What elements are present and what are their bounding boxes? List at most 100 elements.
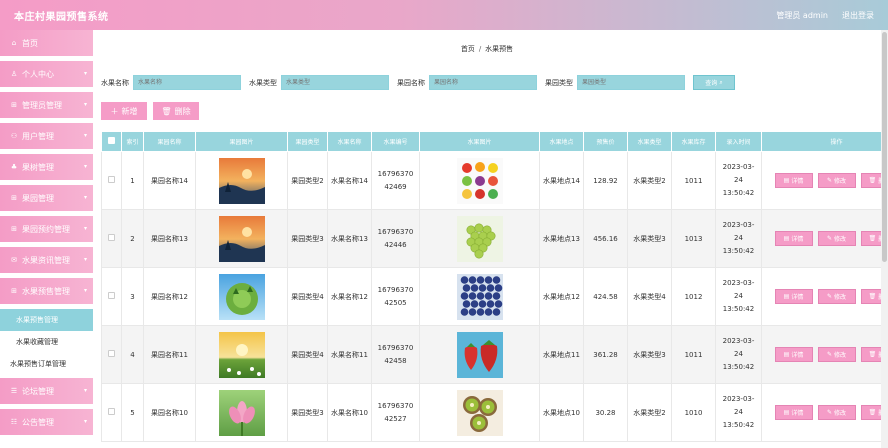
sidebar-item-label: 水果预售管理 — [22, 286, 70, 296]
cell-fruit-image — [419, 209, 540, 268]
edit-button-label: 修改 — [834, 236, 847, 243]
batch-delete-button[interactable]: 🗑 删除 — [153, 102, 199, 120]
chevron-down-icon: ▾ — [83, 225, 87, 232]
sidebar-item-0[interactable]: ⌂ 首页 — [0, 30, 93, 56]
detail-button[interactable]: ▤ 详情 — [774, 173, 813, 188]
sidebar-bottom-item-1[interactable]: ☷ 公告管理 ▾ — [0, 409, 93, 435]
sidebar-item-label: 管理员管理 — [22, 100, 62, 110]
admin-label: 管理员 admin — [776, 10, 828, 20]
cell-presale-price: 128.92 — [583, 151, 628, 210]
row-checkbox[interactable] — [108, 292, 115, 299]
cell-fruit-name: 水果名称12 — [327, 267, 372, 326]
scrollbar[interactable] — [881, 30, 888, 448]
delete-label: 删除 — [174, 106, 191, 116]
action-bar: ＋新增 🗑 删除 — [101, 102, 199, 120]
detail-button[interactable]: ▤ 详情 — [774, 405, 813, 420]
cell-entry-time: 2023-03-24 13:50:42 — [715, 383, 762, 442]
app-title: 本庄村果园预售系统 — [14, 11, 109, 23]
cell-fruit-image — [419, 151, 540, 210]
table-row: 5 果园名称10 果园类型3 水果名称10 1679637042527 水果地点10 30.… — [101, 383, 888, 442]
edit-button[interactable]: ✎ 修改 — [817, 231, 856, 246]
sidebar-item-label: 个人中心 — [22, 69, 54, 79]
main-content: 首页/水果预售 水果名称水果类型果园名称果园类型查询⌕ ＋新增 🗑删除 索引果园… — [93, 30, 888, 448]
sidebar-item-7[interactable]: ✉ 水果资讯管理 ▾ — [0, 247, 93, 273]
grid-icon: ⊞ — [11, 287, 17, 295]
cell-fruit-stock: 1010 — [671, 383, 716, 442]
sidebar-item-label: 果树管理 — [22, 162, 54, 172]
chevron-down-icon: ▾ — [83, 194, 87, 201]
search-input-0[interactable] — [133, 75, 241, 90]
search-input-1[interactable] — [281, 75, 389, 90]
cell-entry-time: 2023-03-24 13:50:42 — [715, 209, 762, 268]
edit-button[interactable]: ✎ 修改 — [817, 347, 856, 362]
edit-button[interactable]: ✎ 修改 — [817, 405, 856, 420]
cell-presale-price: 456.16 — [583, 209, 628, 268]
fruit-code-text: 1679637042527 — [377, 401, 414, 423]
edit-button[interactable]: ✎ 修改 — [817, 289, 856, 304]
sidebar-item-4[interactable]: ♣ 果树管理 ▾ — [0, 154, 93, 180]
scrollbar-thumb[interactable] — [882, 32, 887, 262]
add-label: 新增 — [121, 106, 138, 116]
row-select-cell — [101, 325, 122, 384]
edit-button[interactable]: ✎ 修改 — [817, 173, 856, 188]
cell-fruit-place: 水果地点11 — [539, 325, 584, 384]
sidebar-sub-item-1[interactable]: 水果收藏管理 — [0, 331, 93, 353]
breadcrumb-current: 水果预售 — [485, 45, 514, 53]
sidebar-item-8[interactable]: ⊞ 水果预售管理 ▾ — [0, 278, 93, 304]
breadcrumb-home[interactable]: 首页 — [461, 45, 475, 53]
fruit-image — [456, 215, 503, 262]
sidebar-sub-item-2[interactable]: 水果预售订单管理 — [0, 353, 93, 375]
cell-fruit-stock: 1012 — [671, 267, 716, 326]
trash-icon: 🗑 — [161, 106, 172, 116]
cell-presale-price: 30.28 — [583, 383, 628, 442]
search-button[interactable]: 查询 ⌕ — [693, 75, 735, 90]
table-row: 4 果园名称11 果园类型4 水果名称11 1679637042458 水果地点11 361… — [101, 325, 888, 384]
search-input-3[interactable] — [577, 75, 685, 90]
sidebar-item-2[interactable]: ⊞ 管理员管理 ▾ — [0, 92, 93, 118]
column-header: 水果图片 — [419, 131, 540, 152]
entry-time-text: 2023-03-24 13:50:42 — [722, 337, 755, 371]
sidebar-bottom-item-0[interactable]: ☰ 论坛管理 ▾ — [0, 378, 93, 404]
add-button[interactable]: ＋新增 — [101, 102, 147, 120]
grid-icon: ⊞ — [11, 225, 17, 233]
row-checkbox[interactable] — [108, 234, 115, 241]
row-select-cell — [101, 383, 122, 442]
trash-icon: 🗑 — [868, 351, 877, 358]
row-select-cell — [101, 267, 122, 326]
sidebar-item-3[interactable]: ⚇ 用户管理 ▾ — [0, 123, 93, 149]
fruit-code-text: 1679637042458 — [377, 343, 414, 365]
sidebar-sub-item-0[interactable]: 水果预售管理 — [0, 309, 93, 331]
cell-fruit-code: 1679637042469 — [371, 151, 420, 210]
search-input-2[interactable] — [429, 75, 537, 90]
row-actions: ▤详情✎修改🗑删除 — [762, 231, 888, 246]
cell-fruit-name: 水果名称13 — [327, 209, 372, 268]
doc-icon: ▤ — [783, 177, 790, 184]
row-checkbox[interactable] — [108, 176, 115, 183]
select-all-checkbox[interactable] — [108, 137, 115, 144]
row-actions: ▤详情✎修改🗑删除 — [762, 405, 888, 420]
cell-fruit-type: 水果类型4 — [627, 267, 672, 326]
pencil-icon: ✎ — [826, 409, 832, 416]
detail-button[interactable]: ▤ 详情 — [774, 289, 813, 304]
logout-link[interactable]: 退出登录 — [842, 10, 874, 21]
sidebar-item-6[interactable]: ⊞ 果园预约管理 ▾ — [0, 216, 93, 242]
cell-orchard-image — [195, 383, 288, 442]
cell-fruit-place: 水果地点12 — [539, 267, 584, 326]
detail-button[interactable]: ▤ 详情 — [774, 347, 813, 362]
notice-icon: ☷ — [10, 418, 18, 426]
fruit-code-text: 1679637042469 — [377, 169, 414, 191]
column-header: 操作 — [761, 131, 888, 152]
cell-operations: ▤详情✎修改🗑删除 — [761, 267, 888, 326]
detail-button-label: 详情 — [791, 178, 804, 185]
orchard-image — [218, 215, 265, 262]
row-checkbox[interactable] — [108, 350, 115, 357]
cell-orchard-name: 果园名称11 — [143, 325, 196, 384]
detail-button[interactable]: ▤ 详情 — [774, 231, 813, 246]
sidebar-item-label: 水果资讯管理 — [22, 255, 70, 265]
sidebar-item-1[interactable]: ♙ 个人中心 ▾ — [0, 61, 93, 87]
search-label-3: 果园类型 — [545, 78, 573, 87]
column-header: 水果地点 — [539, 131, 584, 152]
sidebar-item-5[interactable]: ⊞ 果园管理 ▾ — [0, 185, 93, 211]
row-checkbox[interactable] — [108, 408, 115, 415]
cell-index: 2 — [121, 209, 144, 268]
